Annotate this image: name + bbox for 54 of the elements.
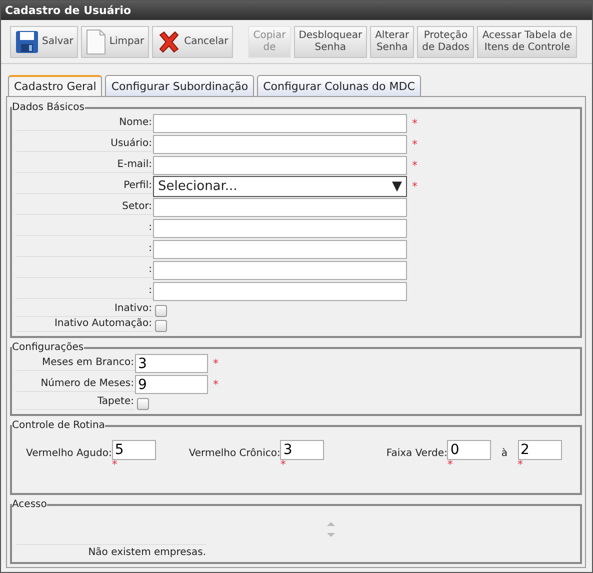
range-separator: à bbox=[501, 448, 508, 459]
number-field[interactable]: 5 bbox=[112, 440, 156, 460]
group-legend: Dados Básicos bbox=[12, 102, 84, 113]
text-field[interactable] bbox=[153, 282, 407, 301]
checkbox[interactable] bbox=[137, 398, 149, 410]
field-label: Vermelho Agudo: bbox=[26, 448, 112, 459]
text-field[interactable]: 3 bbox=[135, 354, 208, 373]
tab[interactable]: Configurar Colunas do MDC bbox=[257, 75, 421, 96]
number-field[interactable]: 3 bbox=[280, 440, 324, 460]
text-field[interactable] bbox=[153, 114, 407, 133]
blank-page-icon bbox=[86, 28, 106, 54]
empty-message: Não existem empresas. bbox=[16, 544, 206, 558]
toolbar-button[interactable]: Limpar bbox=[81, 26, 150, 58]
field-label: Inativo: bbox=[16, 302, 153, 317]
field-label: Vermelho Crônico: bbox=[188, 448, 280, 459]
required-mark: * bbox=[447, 461, 454, 469]
required-mark: * bbox=[411, 117, 418, 130]
toolbar-button[interactable]: Alterar Senha bbox=[370, 26, 414, 58]
toolbar-button[interactable]: Salvar bbox=[10, 26, 78, 58]
required-mark: * bbox=[411, 159, 418, 172]
group-legend: Controle de Rotina bbox=[12, 420, 105, 431]
required-mark: * bbox=[280, 461, 287, 469]
field-label: Tapete: bbox=[16, 395, 135, 410]
text-field[interactable] bbox=[153, 156, 407, 175]
tab[interactable]: Cadastro Geral bbox=[8, 75, 102, 96]
group-legend: Configurações bbox=[12, 342, 84, 353]
toolbar-button[interactable]: Desbloquear Senha bbox=[294, 26, 368, 58]
number-field[interactable]: 0 bbox=[447, 440, 492, 460]
text-field[interactable] bbox=[153, 261, 407, 280]
required-mark: * bbox=[212, 378, 220, 391]
required-mark: * bbox=[112, 461, 118, 469]
tab[interactable]: Configurar Subordinação bbox=[105, 75, 254, 96]
checkbox[interactable] bbox=[155, 320, 167, 332]
toolbar-button[interactable]: Cancelar bbox=[152, 26, 234, 58]
toolbar-button[interactable]: Acessar Tabela de Itens de Controle bbox=[477, 26, 578, 58]
required-mark: * bbox=[212, 357, 220, 370]
cancel-icon bbox=[157, 30, 182, 54]
window-title: Cadastro de Usuário bbox=[1, 1, 592, 20]
group-legend: Acesso bbox=[12, 499, 47, 510]
text-field[interactable] bbox=[153, 198, 407, 217]
field-label: Inativo Automação: bbox=[16, 317, 153, 332]
text-field[interactable] bbox=[153, 135, 407, 154]
text-field[interactable] bbox=[153, 240, 407, 259]
text-field[interactable] bbox=[153, 219, 407, 238]
required-mark: * bbox=[411, 180, 418, 193]
field-label: Faixa Verde: bbox=[386, 448, 448, 459]
required-mark: * bbox=[411, 138, 418, 151]
required-mark: * bbox=[518, 461, 524, 469]
checkbox[interactable] bbox=[155, 304, 167, 316]
number-field[interactable]: 2 bbox=[518, 440, 562, 460]
text-field[interactable]: 9 bbox=[135, 375, 208, 394]
scroll-arrows-icon bbox=[326, 520, 336, 540]
toolbar-button[interactable]: Proteção de Dados bbox=[417, 26, 474, 58]
profile-dropdown[interactable]: Selecionar... ▼ bbox=[153, 176, 407, 197]
